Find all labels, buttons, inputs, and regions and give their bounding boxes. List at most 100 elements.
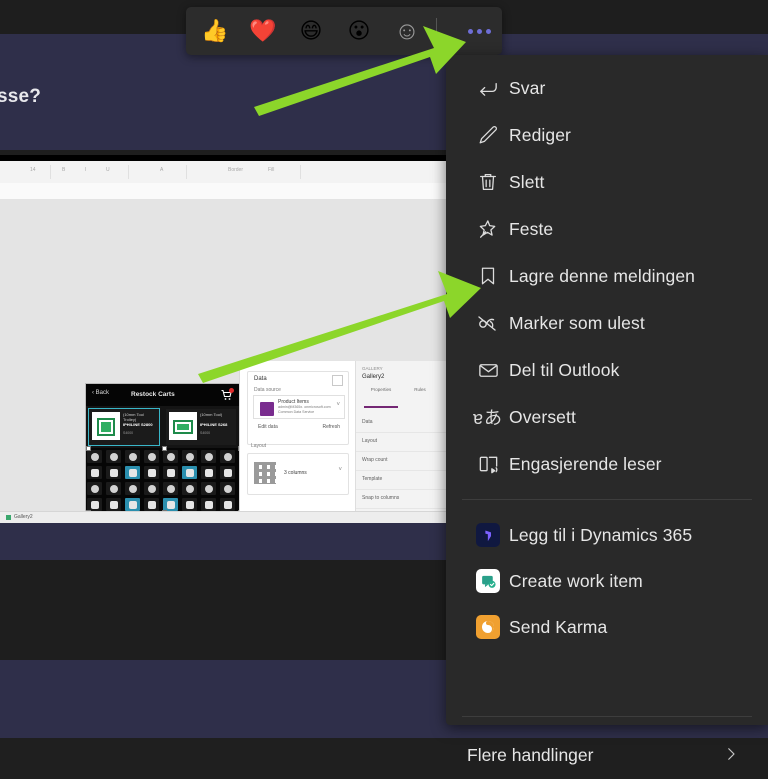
gallery-icon-cell[interactable] (201, 498, 216, 511)
mark-unread-icon (467, 300, 509, 346)
data-source-select[interactable]: Product Items admin@M365x. onmicrosoft.c… (253, 395, 345, 419)
pencil-icon (467, 112, 509, 158)
gallery-icon-cell[interactable] (163, 466, 178, 479)
embedded-screenshot-powerapps[interactable]: 14 B I U A Border Fill fx Filter('Produc… (0, 155, 446, 523)
immersive-reader-icon (467, 441, 509, 487)
gallery-icon-cell[interactable] (125, 466, 140, 479)
panel-control-name: Gallery2 (362, 374, 385, 380)
more-options-button[interactable] (461, 16, 497, 46)
gallery-icon-cell[interactable] (125, 498, 140, 511)
gallery-icon-cell[interactable] (106, 466, 121, 479)
layout-card[interactable]: Layout 3 columns ˅ (247, 443, 349, 495)
close-icon[interactable] (332, 375, 343, 386)
gallery-icon-cell[interactable] (144, 482, 159, 495)
gallery-icon-cell[interactable] (163, 450, 178, 463)
menu-item-send-karma[interactable]: Send Karma (446, 604, 768, 650)
menu-item-engasjerende-leser[interactable]: Engasjerende leser (446, 441, 768, 487)
menu-item-label: Legg til i Dynamics 365 (509, 524, 693, 545)
gallery-icon-cell[interactable] (87, 450, 102, 463)
property-row[interactable]: Snap to columns (356, 489, 446, 509)
menu-item-del-til-outlook[interactable]: Del til Outlook (446, 347, 768, 393)
gallery-icon-cell[interactable] (144, 450, 159, 463)
powerapps-canvas[interactable]: ‹ Back Restock Carts (10mm Tool Trolley)… (0, 200, 446, 523)
app-phone-preview[interactable]: ‹ Back Restock Carts (10mm Tool Trolley)… (85, 383, 243, 523)
gallery-icon-cell[interactable] (163, 482, 178, 495)
refresh-link[interactable]: Refresh (322, 424, 340, 430)
tab-rules[interactable]: Rules (406, 387, 434, 392)
menu-item-legg-til-i-dynamics-365[interactable]: Legg til i Dynamics 365 (446, 512, 768, 558)
property-row[interactable]: Layout (356, 432, 446, 452)
selection-handle[interactable] (162, 446, 167, 451)
menu-item-label: Svar (509, 77, 546, 98)
gallery-icon-cell[interactable] (220, 450, 235, 463)
menu-item-lagre-denne-meldingen[interactable]: Lagre denne meldingen (446, 253, 768, 299)
menu-item-svar[interactable]: Svar (446, 65, 768, 111)
menu-divider-1 (462, 499, 752, 500)
property-row[interactable]: Wrap count (356, 451, 446, 471)
data-source-label: Data source (254, 387, 281, 393)
pin-icon (467, 206, 509, 252)
reply-icon (467, 65, 509, 111)
layout-thumbnail (254, 462, 276, 484)
menu-item-label: Create work item (509, 570, 643, 591)
gallery-icon-cell[interactable] (201, 450, 216, 463)
gallery-icon-cell[interactable] (220, 466, 235, 479)
menu-item-feste[interactable]: Feste (446, 206, 768, 252)
product-thumbnail (92, 412, 120, 440)
gallery-icon-cell[interactable] (201, 466, 216, 479)
phone-title: Restock Carts (131, 391, 175, 398)
data-properties-pane[interactable]: Data Data source Product Items admin@M36… (239, 361, 355, 523)
menu-item-label: Flere handlinger (467, 744, 594, 765)
product-card[interactable]: (10mm Tool) IPHILINE S268 S4000 (166, 409, 236, 445)
gallery-icon-cell[interactable] (182, 498, 197, 511)
tab-properties[interactable]: Properties (364, 387, 398, 392)
surprised-reaction[interactable]: 😮 (344, 16, 374, 46)
envelope-icon (467, 347, 509, 393)
message-context-menu[interactable]: Svar Rediger Slett Feste Lagre denne mel… (446, 55, 768, 765)
gallery-icon-cell[interactable] (106, 450, 121, 463)
product-icon-gallery[interactable] (86, 446, 243, 515)
gallery-icon-cell[interactable] (220, 482, 235, 495)
powerapps-formula-bar[interactable]: fx Filter('Product Items', ProductID = P… (0, 183, 446, 222)
gallery-icon-cell[interactable] (182, 450, 197, 463)
tab-underline (364, 406, 398, 408)
laugh-reaction[interactable]: 😄 (296, 16, 326, 46)
data-source-card[interactable]: Data Data source Product Items admin@M36… (247, 371, 349, 445)
ribbon-item-border: Border (228, 167, 244, 173)
gallery-icon-cell[interactable] (201, 482, 216, 495)
gallery-icon-cell[interactable] (125, 482, 140, 495)
gallery-icon-cell[interactable] (106, 482, 121, 495)
back-icon[interactable]: ‹ Back (92, 390, 109, 396)
property-row[interactable]: Data (356, 413, 446, 433)
chevron-down-icon[interactable]: ˅ (336, 402, 340, 408)
product-card[interactable]: (10mm Tool Trolley) IPHILINE S2800 S4000 (88, 408, 160, 446)
gallery-icon-cell[interactable] (125, 450, 140, 463)
gallery-icon-cell[interactable] (182, 466, 197, 479)
gallery-icon-cell[interactable] (106, 498, 121, 511)
message-reaction-bar[interactable]: 👍 ❤️ 😄 😮 ☺ (186, 7, 502, 55)
gallery-properties-pane[interactable]: GALLERY Gallery2 Properties Rules Data La… (355, 361, 446, 523)
gallery-icon-cell[interactable] (87, 466, 102, 479)
menu-item-create-work-item[interactable]: Create work item (446, 558, 768, 604)
gallery-icon-cell[interactable] (144, 498, 159, 511)
ribbon-item-fontsize: 14 (30, 167, 36, 173)
menu-item-label: Del til Outlook (509, 359, 620, 380)
add-reaction-icon[interactable]: ☺ (392, 16, 422, 46)
gallery-icon-cell[interactable] (87, 482, 102, 495)
gallery-icon-cell[interactable] (182, 482, 197, 495)
menu-item-slett[interactable]: Slett (446, 159, 768, 205)
gallery-icon-cell[interactable] (144, 466, 159, 479)
property-row[interactable]: Template (356, 470, 446, 490)
menu-item-flere-handlinger[interactable]: Flere handlinger (446, 731, 768, 779)
menu-item-oversett[interactable]: ɐあ Oversett (446, 394, 768, 440)
thumbs-up-reaction[interactable]: 👍 (200, 16, 230, 46)
gallery-icon-cell[interactable] (220, 498, 235, 511)
menu-item-marker-som-ulest[interactable]: Marker som ulest (446, 300, 768, 346)
selection-handle[interactable] (86, 446, 91, 451)
menu-item-rediger[interactable]: Rediger (446, 112, 768, 158)
edit-fields-link[interactable]: Edit data (258, 424, 278, 430)
data-source-sub: admin@M365x. onmicrosoft.com Common Data… (278, 405, 331, 414)
heart-reaction[interactable]: ❤️ (248, 16, 278, 46)
chevron-down-icon[interactable]: ˅ (338, 467, 342, 473)
property-label: Template (362, 476, 383, 482)
